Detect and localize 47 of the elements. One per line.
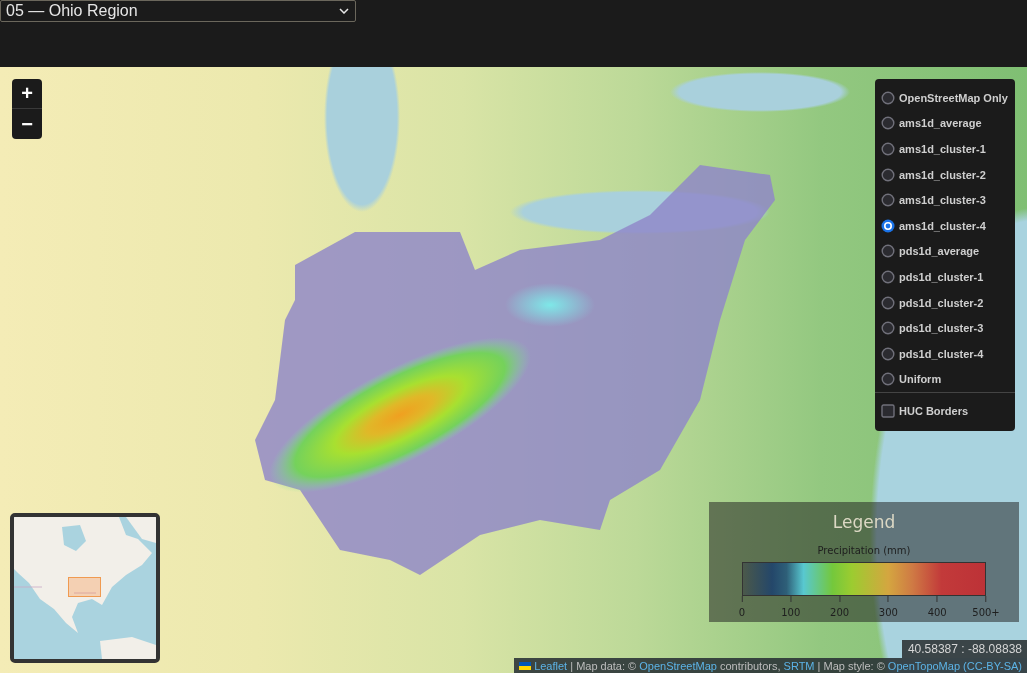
- zoom-in-button[interactable]: +: [12, 79, 42, 109]
- layer-option[interactable]: pds1d_cluster-1: [881, 264, 1009, 290]
- tick-label: 0: [738, 607, 746, 619]
- radio-button[interactable]: [881, 167, 895, 182]
- layer-option[interactable]: ams1d_cluster-3: [881, 187, 1009, 213]
- attribution-link[interactable]: Leaflet: [534, 659, 568, 672]
- zoom-out-button[interactable]: −: [12, 109, 42, 139]
- map-placeholder[interactable]: [0, 67, 1027, 673]
- layer-option[interactable]: pds1d_cluster-2: [881, 289, 1009, 316]
- tick-label: 100: [781, 607, 801, 619]
- layer-option[interactable]: ams1d_average: [881, 110, 1009, 137]
- tick-label: 400: [927, 607, 947, 619]
- layer-option[interactable]: ams1d_cluster-4: [881, 212, 1009, 239]
- layer-option[interactable]: pds1d_cluster-4: [881, 340, 1009, 367]
- layer-option[interactable]: pds1d_average: [881, 238, 1009, 265]
- layer-option[interactable]: Uniform: [881, 366, 1009, 393]
- attribution-link[interactable]: OpenTopoMap: [887, 659, 961, 672]
- scale-label: Precipitation (mm): [817, 545, 911, 557]
- tick-label: 200: [830, 607, 850, 619]
- attribution-link[interactable]: SRTM: [783, 659, 815, 672]
- tick-label: 500+: [972, 607, 1000, 619]
- legend-title: Legend: [832, 512, 896, 532]
- layer-option[interactable]: OpenStreetMap Only: [881, 85, 1009, 111]
- radio-button[interactable]: [881, 295, 895, 310]
- layer-option[interactable]: ams1d_cluster-1: [881, 136, 1009, 162]
- tick-label: 300: [878, 607, 898, 619]
- layer-option[interactable]: ams1d_cluster-2: [881, 161, 1009, 188]
- radio-button[interactable]: [881, 244, 895, 259]
- chevron-down-icon: [339, 8, 349, 14]
- radio-button[interactable]: [881, 218, 895, 233]
- checkbox[interactable]: [881, 403, 895, 418]
- radio-button[interactable]: [881, 346, 895, 361]
- overlay-option[interactable]: HUC Borders: [881, 398, 1009, 424]
- region-select[interactable]: 05 — Ohio Region: [0, 0, 356, 22]
- flag-icon: [519, 661, 532, 670]
- radio-button[interactable]: [881, 90, 895, 105]
- radio-button[interactable]: [881, 321, 895, 336]
- cursor-coordinates: 40.58387 : -88.08838: [901, 640, 1027, 658]
- attribution-text: Leaflet | Map data: © OpenStreetMap contributors, SRTM | Map style: © OpenTopoMap (CC-BY-SA): [534, 659, 1022, 672]
- radio-button[interactable]: [881, 193, 895, 208]
- attribution-link[interactable]: (CC-BY-SA): [963, 659, 1022, 672]
- radio-button[interactable]: [881, 269, 895, 284]
- layer-option[interactable]: pds1d_cluster-3: [881, 315, 1009, 341]
- radio-button[interactable]: [881, 116, 895, 131]
- radio-button[interactable]: [881, 142, 895, 156]
- attribution-link[interactable]: OpenStreetMap: [639, 659, 717, 672]
- radio-button[interactable]: [881, 372, 895, 387]
